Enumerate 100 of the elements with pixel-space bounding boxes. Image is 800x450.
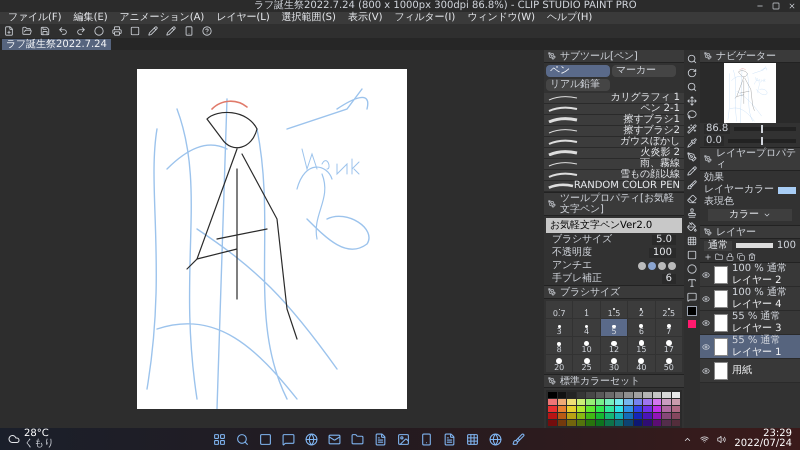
sub-color-swatch[interactable] <box>688 320 696 328</box>
navigator-value-field[interactable]: 86.8 <box>704 124 730 134</box>
folder-icon[interactable] <box>715 253 723 261</box>
speech-bubble-icon[interactable] <box>687 292 697 302</box>
property-value-field[interactable]: 6 <box>662 274 676 284</box>
lasso-icon[interactable] <box>687 110 697 120</box>
pen-icon[interactable] <box>548 377 556 385</box>
brush-size-option[interactable]: 2.5 <box>656 301 682 318</box>
undo-icon[interactable] <box>58 26 68 36</box>
brush-size-option[interactable]: 3 <box>546 319 572 336</box>
new-layer-icon[interactable] <box>704 253 712 261</box>
navigator-slider-thumb[interactable] <box>761 125 764 133</box>
close-icon[interactable] <box>788 2 796 10</box>
brush-size-option[interactable]: 2 <box>628 301 655 318</box>
blend-mode-dropdown[interactable]: 通常 <box>704 240 732 250</box>
visibility-eye-icon[interactable] <box>702 366 710 374</box>
menu-item[interactable]: 編集(E) <box>74 13 108 23</box>
brush-item[interactable]: RANDOM COLOR PEN <box>544 181 684 192</box>
grid-icon[interactable] <box>687 236 697 246</box>
menu-item[interactable]: ウィンドウ(W) <box>467 13 535 23</box>
pencil-icon[interactable] <box>687 166 697 176</box>
maximize-icon[interactable] <box>772 2 780 10</box>
browser-icon[interactable] <box>304 432 318 446</box>
bucket-icon[interactable] <box>687 222 697 232</box>
navigator-value-field[interactable]: 0.0 <box>704 136 724 146</box>
circle-icon[interactable] <box>94 26 104 36</box>
eyedropper-icon[interactable] <box>687 138 697 148</box>
rectangle-icon[interactable] <box>687 250 697 260</box>
paint-app-icon[interactable] <box>512 432 525 446</box>
navigator-slider-thumb[interactable] <box>760 137 763 145</box>
brush-item[interactable]: カリグラフィ 1 <box>544 93 684 104</box>
property-value-field[interactable]: 5.0 <box>652 234 676 244</box>
lock-icon[interactable] <box>726 253 734 261</box>
start-icon[interactable] <box>212 432 226 446</box>
menu-item[interactable]: フィルター(I) <box>394 13 456 23</box>
new-file-icon[interactable] <box>4 26 14 36</box>
pencil-icon[interactable] <box>148 26 158 36</box>
brush-size-option[interactable]: 25 <box>573 355 600 372</box>
move-icon[interactable] <box>687 96 697 106</box>
brush-size-option[interactable]: 8 <box>546 337 572 354</box>
brush-item[interactable]: 擦すブラシ2 <box>544 126 684 137</box>
menu-item[interactable]: ヘルプ(H) <box>547 13 592 23</box>
brush-size-option[interactable]: 0.7 <box>546 301 572 318</box>
printer-icon[interactable] <box>112 26 122 36</box>
menu-item[interactable]: アニメーション(A) <box>120 13 204 23</box>
image-icon[interactable] <box>396 432 410 446</box>
visibility-eye-icon[interactable] <box>702 342 710 350</box>
menu-item[interactable]: ファイル(F) <box>8 13 62 23</box>
color-palette[interactable] <box>546 390 682 428</box>
save-icon[interactable] <box>40 26 50 36</box>
brush-size-option[interactable]: 12 <box>600 337 628 354</box>
brush-size-option[interactable]: 7 <box>656 319 682 336</box>
brush-item[interactable]: 雨、霧線 <box>544 159 684 170</box>
help-icon[interactable] <box>202 26 212 36</box>
opacity-slider-fill[interactable] <box>736 243 773 248</box>
pencil-icon[interactable] <box>166 26 176 36</box>
visibility-eye-icon[interactable] <box>702 294 710 302</box>
wifi-icon[interactable] <box>700 434 710 444</box>
layer-row[interactable]: 100 % 通常 レイヤー 2 <box>700 263 800 287</box>
pen-icon[interactable] <box>687 152 697 162</box>
phone-icon[interactable] <box>420 432 433 446</box>
circle-icon[interactable] <box>687 264 697 274</box>
globe-icon[interactable] <box>488 432 502 446</box>
search-icon[interactable] <box>687 82 697 92</box>
mail-icon[interactable] <box>328 432 341 446</box>
wand-icon[interactable] <box>687 124 697 134</box>
brush-size-option[interactable]: 40 <box>628 355 655 372</box>
brush-item[interactable]: 雪もの顔以線 <box>544 170 684 181</box>
zoom-icon[interactable] <box>687 54 697 64</box>
layer-row[interactable]: 用紙 <box>700 359 800 383</box>
square-icon[interactable] <box>130 26 140 36</box>
sub-tool-group-tab[interactable]: リアル鉛筆 <box>546 79 610 91</box>
menu-item[interactable]: 選択範囲(S) <box>282 13 336 23</box>
stamp-icon[interactable] <box>687 208 697 218</box>
visibility-eye-icon[interactable] <box>702 270 710 278</box>
layer-row[interactable]: 55 % 通常 レイヤー 1 <box>700 335 800 359</box>
visibility-eye-icon[interactable] <box>702 318 710 326</box>
expression-dropdown[interactable]: カラー <box>708 209 792 221</box>
brush-size-option[interactable]: 4 <box>573 319 600 336</box>
document-tab[interactable]: ラフ誕生祭2022.7.24 <box>2 39 111 50</box>
phone-icon[interactable] <box>184 26 194 36</box>
sub-tool-group-tab[interactable]: マーカー <box>612 65 676 77</box>
brush-size-option[interactable]: 50 <box>656 355 682 372</box>
search-icon[interactable] <box>236 432 249 446</box>
text-tool-icon[interactable] <box>687 278 697 288</box>
pen-icon[interactable] <box>704 228 712 236</box>
menu-item[interactable]: 表示(V) <box>348 13 383 23</box>
folder-icon[interactable] <box>22 26 32 36</box>
pen-icon[interactable] <box>704 155 712 163</box>
copy-icon[interactable] <box>737 253 745 261</box>
rotate-icon[interactable] <box>687 68 697 78</box>
delete-icon[interactable] <box>748 253 756 261</box>
pen-icon[interactable] <box>548 288 556 296</box>
brush-item[interactable]: ガウスぼかし <box>544 137 684 148</box>
task-view-icon[interactable] <box>258 432 272 446</box>
pen-icon[interactable] <box>548 52 556 60</box>
eraser-icon[interactable] <box>687 194 697 204</box>
menu-item[interactable]: レイヤー(L) <box>216 13 270 23</box>
property-value-field[interactable]: 100 <box>648 248 676 258</box>
brush-size-option[interactable]: 1.5 <box>600 301 628 318</box>
